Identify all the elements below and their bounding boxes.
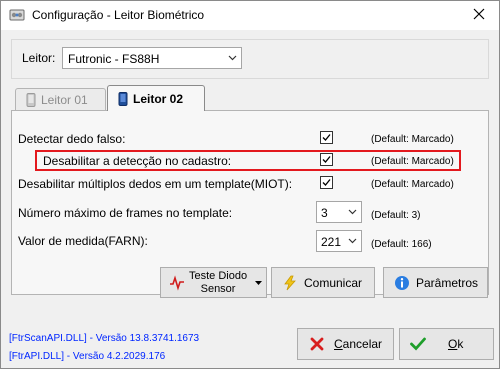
checkmark-icon [410, 337, 426, 351]
option-default-miot: (Default: Marcado) [371, 179, 454, 190]
chevron-down-icon [345, 202, 359, 222]
option-label-miot: Desabilitar múltiplos dedos em um templa… [18, 177, 293, 191]
cancel-label-rest: ancelar [342, 337, 383, 351]
dll-version-scan: [FtrScanAPI.DLL] - Versão 13.8.3741.1673 [9, 333, 200, 344]
cancel-button[interactable]: Cancelar [297, 328, 394, 360]
communicate-button[interactable]: Comunicar [271, 267, 375, 298]
frames-select[interactable]: 3 [316, 201, 362, 223]
option-label-disable-enroll: Desabilitar a detecção no cadastro: [43, 154, 232, 168]
test-diode-sensor-button[interactable]: Teste Diodo Sensor [160, 267, 267, 298]
window-title: Configuração - Leitor Biométrico [32, 8, 205, 22]
farn-value: 221 [321, 235, 342, 249]
option-default-false-finger: (Default: Marcado) [371, 134, 454, 145]
frames-default: (Default: 3) [371, 210, 421, 221]
parameters-label: Parâmetros [416, 275, 479, 290]
tab-label: Leitor 01 [41, 92, 88, 107]
ok-button[interactable]: Ok [399, 328, 494, 360]
reader-label: Leitor: [22, 51, 56, 65]
chevron-down-icon [345, 231, 359, 251]
checkbox-false-finger[interactable] [320, 131, 333, 144]
lightning-icon [282, 275, 298, 291]
communicate-label: Comunicar [304, 275, 363, 290]
test-button-line1: Teste Diodo [189, 269, 248, 282]
cancel-accelerator: C [334, 337, 343, 351]
option-default-disable-enroll: (Default: Marcado) [371, 156, 454, 167]
ok-label: Ok [448, 337, 463, 351]
cancel-label: Cancelar [334, 337, 382, 351]
info-icon [394, 275, 410, 291]
close-icon [473, 8, 485, 23]
tab-leitor-02[interactable]: Leitor 02 [107, 85, 205, 111]
ok-accelerator: O [448, 337, 458, 351]
pulse-icon [169, 274, 185, 291]
config-window: Configuração - Leitor Biométrico Leitor:… [0, 0, 500, 369]
checkmark-icon [322, 179, 331, 186]
app-icon [9, 7, 25, 23]
option-label-false-finger: Detectar dedo falso: [18, 132, 126, 146]
reader-select-value: Futronic - FS88H [68, 52, 160, 66]
reader-select[interactable]: Futronic - FS88H [62, 47, 242, 69]
title-bar: Configuração - Leitor Biométrico [1, 1, 499, 30]
parameters-button[interactable]: Parâmetros [383, 267, 488, 298]
frames-label: Número máximo de frames no template: [18, 206, 233, 220]
chevron-down-icon [224, 48, 241, 68]
checkbox-disable-enroll[interactable] [320, 153, 333, 166]
phone-icon [118, 91, 128, 106]
farn-select[interactable]: 221 [316, 230, 362, 252]
tab-label: Leitor 02 [133, 91, 184, 106]
close-button[interactable] [459, 1, 499, 30]
checkmark-icon [322, 156, 331, 163]
tab-leitor-01[interactable]: Leitor 01 [15, 88, 106, 110]
caret-down-icon[interactable] [250, 268, 266, 297]
farn-label: Valor de medida(FARN): [18, 234, 148, 248]
frames-value: 3 [321, 206, 328, 220]
ok-label-rest: k [457, 337, 464, 351]
close-x-icon [310, 337, 324, 351]
content-panel: Leitor: Futronic - FS88H Leitor 01 Leito… [7, 35, 494, 365]
dll-version-ftr: [FtrAPI.DLL] - Versão 4.2.2029.176 [9, 351, 166, 362]
test-button-line2: Sensor [200, 282, 236, 295]
farn-default: (Default: 166) [371, 239, 432, 250]
checkmark-icon [322, 134, 331, 141]
phone-icon [26, 92, 36, 107]
checkbox-miot[interactable] [320, 176, 333, 189]
reader-group: Leitor: Futronic - FS88H [11, 39, 489, 79]
